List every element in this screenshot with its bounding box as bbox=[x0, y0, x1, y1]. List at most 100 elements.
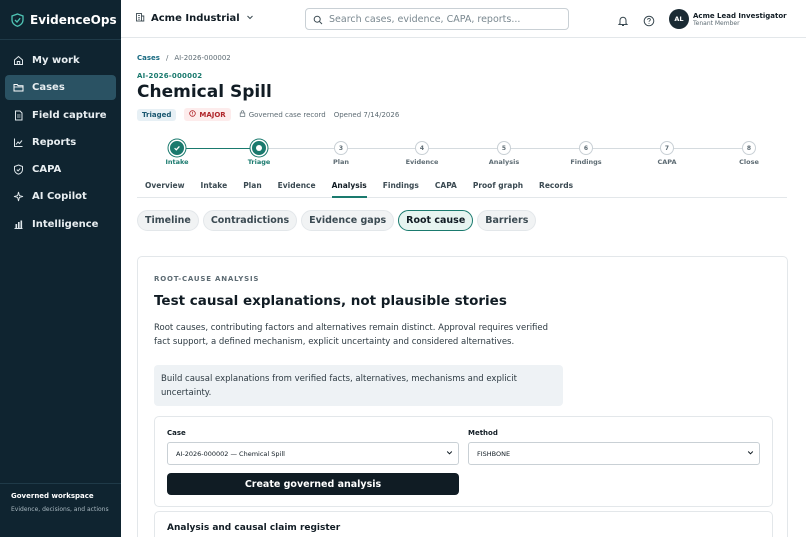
search-box[interactable] bbox=[305, 8, 569, 30]
tab-findings[interactable]: Findings bbox=[383, 179, 419, 198]
opened-date: Opened 7/14/2026 bbox=[333, 110, 400, 119]
case-select-value: AI-2026-000002 — Chemical Spill bbox=[176, 449, 285, 458]
record-type-label: Governed case record bbox=[248, 110, 326, 119]
brand[interactable]: EvidenceOps bbox=[0, 0, 121, 40]
step-number: 5 bbox=[497, 141, 511, 155]
search-input[interactable] bbox=[329, 13, 559, 25]
building-icon bbox=[135, 12, 145, 25]
subtab-evidence-gaps[interactable]: Evidence gaps bbox=[301, 210, 395, 231]
sidebar-footer: Governed workspace Evidence, decisions, … bbox=[0, 483, 121, 537]
step-triage[interactable]: Triage bbox=[229, 141, 289, 166]
method-select[interactable]: FISHBONE bbox=[468, 442, 760, 465]
status-badge: Triaged bbox=[137, 108, 177, 121]
main-nav: My work Cases Field capture Reports CAPA… bbox=[0, 40, 121, 237]
alert-circle-icon bbox=[189, 110, 197, 119]
analysis-subtabs: Timeline Contradictions Evidence gaps Ro… bbox=[137, 210, 537, 231]
sidebar-item-label: My work bbox=[32, 55, 80, 66]
step-number: 7 bbox=[660, 141, 674, 155]
breadcrumb-current: AI-2026-000002 bbox=[174, 54, 231, 62]
step-close[interactable]: 8 Close bbox=[719, 141, 779, 166]
shield-check-icon bbox=[13, 164, 24, 175]
subtab-timeline[interactable]: Timeline bbox=[137, 210, 199, 231]
sidebar-item-ai-copilot[interactable]: AI Copilot bbox=[5, 184, 116, 209]
breadcrumb-separator: / bbox=[165, 54, 169, 62]
shield-logo-icon bbox=[11, 12, 24, 27]
step-label: Analysis bbox=[488, 158, 520, 166]
step-label: Close bbox=[739, 158, 759, 166]
sidebar-item-cases[interactable]: Cases bbox=[5, 75, 116, 101]
case-select[interactable]: AI-2026-000002 — Chemical Spill bbox=[167, 442, 459, 465]
panel-title: Test causal explanations, not plausible … bbox=[154, 293, 507, 309]
tenant-switcher[interactable]: Acme Industrial bbox=[135, 12, 254, 25]
tab-capa[interactable]: CAPA bbox=[435, 179, 457, 198]
step-label: Triage bbox=[247, 158, 271, 166]
sidebar-item-label: Field capture bbox=[32, 109, 107, 121]
sidebar-item-label: Intelligence bbox=[32, 218, 99, 230]
sidebar-item-field-capture[interactable]: Field capture bbox=[5, 103, 116, 128]
file-icon bbox=[13, 110, 24, 121]
sidebar-item-my-work[interactable]: My work bbox=[5, 48, 116, 73]
bar-chart-icon bbox=[13, 219, 24, 230]
chevron-down-icon bbox=[747, 449, 754, 458]
step-number: 3 bbox=[334, 141, 348, 155]
severity-label: MAJOR bbox=[199, 110, 226, 119]
method-field-label: Method bbox=[468, 429, 498, 437]
workspace-subtitle: Evidence, decisions, and actions bbox=[11, 506, 109, 513]
step-analysis[interactable]: 5 Analysis bbox=[474, 141, 534, 166]
step-number: 8 bbox=[742, 141, 756, 155]
record-type: Governed case record bbox=[239, 110, 326, 119]
step-label: Findings bbox=[570, 158, 602, 166]
tab-overview[interactable]: Overview bbox=[145, 179, 185, 198]
step-findings[interactable]: 6 Findings bbox=[556, 141, 616, 166]
avatar[interactable]: AL bbox=[669, 9, 689, 29]
current-step-marker bbox=[252, 141, 266, 155]
chart-icon bbox=[13, 137, 24, 148]
breadcrumb: Cases / AI-2026-000002 bbox=[137, 54, 231, 62]
workflow-stepper: Intake Triage 3 Plan 4 Evidence 5 Analys… bbox=[137, 137, 787, 171]
step-plan[interactable]: 3 Plan bbox=[311, 141, 371, 166]
step-intake[interactable]: Intake bbox=[147, 141, 207, 166]
breadcrumb-cases-link[interactable]: Cases bbox=[137, 54, 160, 62]
step-number: 6 bbox=[579, 141, 593, 155]
tab-records[interactable]: Records bbox=[539, 179, 573, 198]
brand-name: EvidenceOps bbox=[30, 12, 117, 27]
page-title: Chemical Spill bbox=[137, 82, 272, 102]
subtab-barriers[interactable]: Barriers bbox=[477, 210, 537, 231]
help-icon[interactable] bbox=[643, 12, 655, 31]
sidebar-item-label: CAPA bbox=[32, 164, 62, 176]
sidebar: EvidenceOps My work Cases Field capture … bbox=[0, 0, 121, 537]
subtab-contradictions[interactable]: Contradictions bbox=[202, 210, 298, 231]
sidebar-item-label: AI Copilot bbox=[32, 191, 87, 203]
create-analysis-form: Case AI-2026-000002 — Chemical Spill Met… bbox=[154, 416, 773, 507]
severity-badge: MAJOR bbox=[184, 108, 231, 121]
step-label: Plan bbox=[332, 158, 349, 166]
step-capa[interactable]: 7 CAPA bbox=[637, 141, 697, 166]
create-analysis-button[interactable]: Create governed analysis bbox=[167, 473, 459, 495]
sidebar-item-label: Cases bbox=[32, 82, 65, 94]
info-callout: Build causal explanations from verified … bbox=[154, 365, 563, 406]
tab-plan[interactable]: Plan bbox=[243, 179, 261, 198]
tab-evidence[interactable]: Evidence bbox=[278, 179, 316, 198]
sidebar-item-capa[interactable]: CAPA bbox=[5, 157, 116, 182]
sidebar-item-label: Reports bbox=[32, 136, 77, 148]
tab-proof-graph[interactable]: Proof graph bbox=[473, 179, 523, 198]
user-name: Acme Lead Investigator bbox=[693, 12, 787, 20]
lock-icon bbox=[239, 110, 246, 119]
sidebar-item-reports[interactable]: Reports bbox=[5, 130, 116, 155]
topbar: Acme Industrial AL Acme Lead Investigato… bbox=[121, 0, 806, 38]
step-label: Intake bbox=[165, 158, 189, 166]
step-label: CAPA bbox=[657, 158, 677, 166]
tab-analysis[interactable]: Analysis bbox=[331, 179, 367, 198]
case-tabs: Overview Intake Plan Evidence Analysis F… bbox=[137, 179, 787, 198]
root-cause-panel: ROOT-CAUSE ANALYSIS Test causal explanat… bbox=[137, 256, 788, 537]
step-label: Evidence bbox=[405, 158, 439, 166]
sidebar-item-intelligence[interactable]: Intelligence bbox=[5, 212, 116, 237]
subtab-root-cause[interactable]: Root cause bbox=[398, 210, 474, 231]
bell-icon[interactable] bbox=[617, 12, 629, 31]
tab-intake[interactable]: Intake bbox=[201, 179, 228, 198]
case-meta: Triaged MAJOR Governed case record Opene… bbox=[137, 108, 399, 121]
causal-claim-register: Analysis and causal claim register bbox=[154, 511, 773, 537]
step-evidence[interactable]: 4 Evidence bbox=[392, 141, 452, 166]
sparkle-icon bbox=[13, 191, 24, 202]
workspace-title: Governed workspace bbox=[11, 492, 94, 500]
